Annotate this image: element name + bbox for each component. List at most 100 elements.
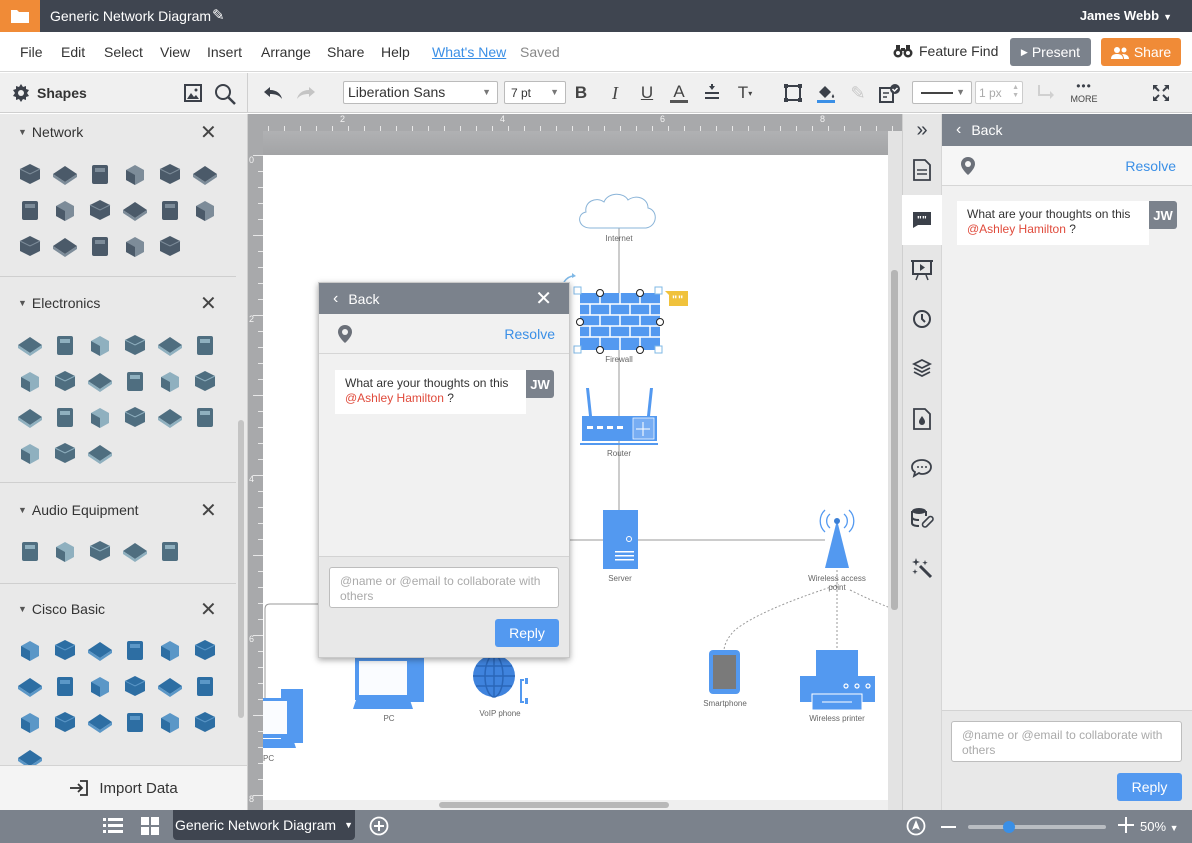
connector-style-icon[interactable] [1035, 83, 1057, 103]
shape-thumbnail[interactable] [52, 368, 78, 394]
shape-thumbnail[interactable] [17, 673, 43, 699]
stepper-icon[interactable]: ▲ ▼ [1012, 84, 1019, 100]
shape-thumbnail[interactable] [87, 332, 113, 358]
page-grid-icon[interactable] [141, 817, 159, 840]
shape-thumbnail[interactable] [17, 161, 43, 187]
vertical-scrollbar[interactable] [891, 270, 898, 610]
shape-thumbnail[interactable] [192, 332, 218, 358]
zoom-level[interactable]: 50% ▼ [1140, 819, 1179, 834]
redo-icon[interactable] [295, 83, 317, 103]
reply-button[interactable]: Reply [1117, 773, 1182, 801]
shape-thumbnail[interactable] [157, 233, 183, 259]
shape-thumbnail[interactable] [52, 161, 78, 187]
document-title[interactable]: Generic Network Diagram [50, 8, 211, 24]
shape-thumbnail[interactable] [192, 161, 218, 187]
menu-select[interactable]: Select [104, 44, 143, 60]
menu-share[interactable]: Share [327, 44, 364, 60]
shape-thumbnail[interactable] [157, 197, 183, 223]
menu-file[interactable]: File [20, 44, 43, 60]
shape-thumbnail[interactable] [192, 404, 218, 430]
zoom-in-icon[interactable] [1118, 817, 1134, 838]
shape-thumbnail[interactable] [87, 538, 113, 564]
shape-thumbnail[interactable] [87, 368, 113, 394]
shape-thumbnail[interactable] [192, 368, 218, 394]
shape-thumbnail[interactable] [17, 233, 43, 259]
shape-thumbnail[interactable] [17, 709, 43, 735]
shape-thumbnail[interactable] [122, 538, 148, 564]
gear-icon[interactable] [11, 83, 31, 103]
shape-thumbnail[interactable] [87, 197, 113, 223]
zoom-slider-track[interactable] [968, 825, 1106, 829]
section-header-electronics[interactable]: ▼ Electronics [18, 295, 100, 311]
shape-thumbnail[interactable] [192, 637, 218, 663]
resolve-button[interactable]: Resolve [1125, 158, 1176, 174]
shape-thumbnail[interactable] [52, 673, 78, 699]
shape-thumbnail[interactable] [17, 368, 43, 394]
shape-thumbnail[interactable] [157, 538, 183, 564]
zoom-out-icon[interactable] [941, 826, 956, 828]
whats-new-link[interactable]: What's New [432, 44, 506, 60]
close-section-electronics-icon[interactable]: ✕ [200, 291, 217, 316]
horizontal-scrollbar[interactable] [439, 802, 669, 808]
share-button[interactable]: Share [1101, 38, 1181, 66]
section-header-audio-equipment[interactable]: ▼ Audio Equipment [18, 502, 139, 518]
shape-thumbnail[interactable] [52, 538, 78, 564]
shape-thumbnail[interactable] [87, 673, 113, 699]
reply-input[interactable]: @name or @email to collaborate with othe… [951, 721, 1182, 762]
reply-input[interactable]: @name or @email to collaborate with othe… [329, 567, 559, 608]
bold-icon[interactable]: B [572, 83, 590, 103]
data-linking-icon[interactable] [902, 498, 942, 538]
shape-thumbnail[interactable] [157, 404, 183, 430]
shape-thumbnail[interactable] [192, 197, 218, 223]
shape-thumbnail[interactable] [157, 673, 183, 699]
theme-icon[interactable] [902, 399, 942, 439]
shape-thumbnail[interactable] [122, 368, 148, 394]
shape-thumbnail[interactable] [17, 538, 43, 564]
shape-thumbnail[interactable] [17, 637, 43, 663]
page-settings-icon[interactable] [902, 150, 942, 190]
shape-thumbnail[interactable] [52, 197, 78, 223]
shape-thumbnail[interactable] [122, 673, 148, 699]
more-button[interactable]: ••• MORE [1066, 80, 1102, 110]
menu-edit[interactable]: Edit [61, 44, 85, 60]
shape-thumbnail[interactable] [192, 673, 218, 699]
folder-button[interactable] [0, 0, 40, 32]
style-check-icon[interactable] [878, 82, 902, 104]
text-color-icon[interactable]: A [669, 81, 689, 105]
presentation-icon[interactable] [902, 250, 942, 290]
shape-thumbnail[interactable] [122, 197, 148, 223]
font-size-select[interactable]: 7 pt ▼ [504, 81, 566, 104]
shape-thumbnail[interactable] [122, 161, 148, 187]
section-header-cisco-basic[interactable]: ▼ Cisco Basic [18, 601, 105, 617]
fullscreen-icon[interactable] [1150, 83, 1172, 103]
vertical-align-icon[interactable] [702, 83, 722, 103]
navigate-compass-icon[interactable] [906, 816, 926, 841]
shape-thumbnail[interactable] [52, 637, 78, 663]
menu-insert[interactable]: Insert [207, 44, 242, 60]
image-icon[interactable] [183, 83, 203, 103]
fill-color-icon[interactable] [815, 81, 837, 105]
shape-thumbnail[interactable] [122, 404, 148, 430]
shape-thumbnail[interactable] [122, 637, 148, 663]
shape-thumbnail[interactable] [87, 637, 113, 663]
close-icon[interactable]: ✕ [535, 286, 552, 311]
section-header-network[interactable]: ▼ Network [18, 124, 83, 140]
history-clock-icon[interactable] [902, 299, 942, 339]
shape-thumbnail[interactable] [52, 332, 78, 358]
comments-icon[interactable]: " " [902, 200, 942, 240]
shape-thumbnail[interactable] [122, 233, 148, 259]
shape-thumbnail[interactable] [157, 368, 183, 394]
shape-thumbnail[interactable] [17, 404, 43, 430]
reply-button[interactable]: Reply [495, 619, 559, 647]
edit-title-pencil-icon[interactable]: ✎ [212, 6, 225, 24]
user-menu[interactable]: James Webb ▼ [1080, 8, 1172, 23]
shape-thumbnail[interactable] [87, 161, 113, 187]
shape-thumbnail[interactable] [87, 404, 113, 430]
location-pin-icon[interactable] [338, 325, 352, 343]
layers-icon[interactable] [902, 348, 942, 388]
close-section-network-icon[interactable]: ✕ [200, 120, 217, 145]
shape-thumbnail[interactable] [157, 161, 183, 187]
shape-thumbnail[interactable] [52, 709, 78, 735]
menu-arrange[interactable]: Arrange [261, 44, 311, 60]
present-button[interactable]: ▶ Present [1010, 38, 1091, 66]
